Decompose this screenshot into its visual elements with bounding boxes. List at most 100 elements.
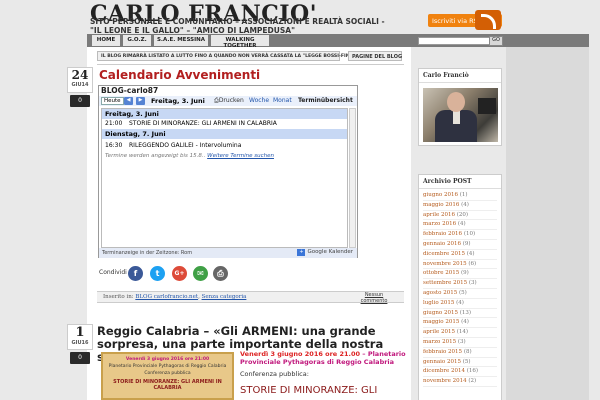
- search-input[interactable]: [418, 37, 498, 45]
- comment-count-badge[interactable]: 0: [70, 95, 90, 107]
- archive-month-link[interactable]: gennaio 2016: [423, 241, 461, 247]
- archive-item[interactable]: maggio 2015 (4): [423, 318, 497, 329]
- nav-item-sae-messina[interactable]: S.A.E. MESSINA: [154, 35, 208, 46]
- calendar-event[interactable]: 21:00 STORIE DI MINORANZE: GLI ARMENI IN …: [102, 119, 347, 129]
- archive-count: (13): [459, 309, 471, 316]
- archive-item[interactable]: ottobre 2015 (9): [423, 269, 497, 280]
- archive-count: (3): [457, 338, 466, 345]
- archive-item[interactable]: febbraio 2015 (8): [423, 348, 497, 358]
- calendar-view-month[interactable]: Monat: [273, 97, 292, 104]
- archive-month-link[interactable]: maggio 2016: [423, 202, 459, 208]
- archive-item[interactable]: novembre 2015 (6): [423, 260, 497, 270]
- email-icon[interactable]: ✉: [193, 266, 208, 281]
- photo-shirt: [453, 110, 460, 124]
- archive-month-link[interactable]: novembre 2015: [423, 261, 467, 267]
- archive-item[interactable]: aprile 2015 (14): [423, 328, 497, 338]
- archive-item[interactable]: marzo 2016 (4): [423, 220, 497, 231]
- poster-date: Venerdì 3 giugno 2016 ore 21:00: [125, 357, 210, 362]
- archive-item[interactable]: dicembre 2015 (4): [423, 250, 497, 260]
- archive-count: (9): [460, 270, 469, 277]
- nav-item-walking-together[interactable]: WALKING TOGETHER: [211, 35, 269, 49]
- category-link[interactable]: Senza categoria: [202, 294, 247, 300]
- plus-icon: +: [297, 249, 306, 256]
- archive-month-link[interactable]: marzo 2015: [423, 339, 456, 345]
- calendar-view-agenda[interactable]: Terminübersicht: [298, 97, 353, 104]
- archive-item[interactable]: giugno 2015 (13): [423, 309, 497, 319]
- category-link[interactable]: BLOG carlofrancio.net: [135, 294, 198, 300]
- calendar-print-label: Drucken: [218, 97, 244, 104]
- archive-month-link[interactable]: settembre 2015: [423, 280, 467, 286]
- subnav-item-pagine-blog[interactable]: PAGINE DEL BLOG: [348, 51, 402, 61]
- event-title: STORIE DI MINORANZE: GLI ARMENI IN CALAB…: [129, 120, 277, 127]
- event-type: Conferenza pubblica:: [240, 370, 309, 378]
- archive-month-link[interactable]: gennaio 2015: [423, 359, 461, 365]
- nav-item-goz[interactable]: G.O.Z.: [123, 35, 151, 46]
- rss-icon[interactable]: [475, 10, 501, 30]
- archive-item[interactable]: luglio 2015 (4): [423, 299, 497, 309]
- archive-month-link[interactable]: febbraio 2016: [423, 231, 462, 237]
- archive-month-link[interactable]: ottobre 2015: [423, 270, 459, 276]
- post-categories: Inserito in: BLOG carlofrancio.net, Senz…: [103, 294, 247, 300]
- search-button[interactable]: GO: [489, 36, 503, 46]
- archive-item[interactable]: settembre 2015 (3): [423, 279, 497, 289]
- calendar-next-icon[interactable]: ▶: [136, 97, 145, 105]
- archive-month-link[interactable]: novembre 2014: [423, 378, 467, 384]
- archive-item[interactable]: gennaio 2015 (5): [423, 358, 497, 368]
- poster-headline: STORIE DI MINORANZE: GLI ARMENI IN CALAB…: [113, 379, 222, 391]
- archive-month-link[interactable]: dicembre 2014: [423, 368, 465, 374]
- calendar-title: BLOG-carlo87: [99, 86, 357, 96]
- author-widget: Carlo Franciò: [418, 68, 502, 146]
- archive-month-link[interactable]: maggio 2015: [423, 319, 459, 325]
- divider: [97, 64, 404, 65]
- calendar-footer: Terminanzeige in der Zeitzone: Rom + Goog…: [99, 248, 357, 258]
- archive-item[interactable]: maggio 2016 (4): [423, 201, 497, 211]
- archive-count: (5): [458, 289, 467, 296]
- archive-item[interactable]: novembre 2014 (2): [423, 377, 497, 387]
- calendar-today-button[interactable]: Heute: [101, 97, 124, 105]
- archive-count: (8): [463, 348, 472, 355]
- comments-link[interactable]: Nessun commento: [359, 292, 389, 304]
- event-details: Venerdì 3 giugno 2016 ore 21.00 – Planet…: [240, 350, 406, 366]
- archive-item[interactable]: marzo 2015 (3): [423, 338, 497, 348]
- archive-item[interactable]: febbraio 2016 (10): [423, 230, 497, 240]
- archive-month-link[interactable]: febbraio 2015: [423, 349, 462, 355]
- calendar-print-button[interactable]: ⎙Drucken: [214, 97, 244, 105]
- comment-count-badge[interactable]: 0: [70, 352, 90, 364]
- calendar-more-link[interactable]: Weitere Termine suchen: [207, 153, 274, 159]
- post-title[interactable]: Calendario Avvenimenti: [99, 68, 260, 82]
- archive-month-link[interactable]: dicembre 2015: [423, 251, 465, 257]
- google-plus-icon[interactable]: G+: [172, 266, 187, 281]
- author-photo[interactable]: [423, 88, 498, 142]
- print-icon[interactable]: ⎙: [213, 266, 228, 281]
- facebook-icon[interactable]: f: [128, 266, 143, 281]
- google-calendar-label: Google Kalender: [307, 249, 353, 255]
- archive-item[interactable]: aprile 2016 (20): [423, 211, 497, 221]
- calendar-prev-icon[interactable]: ◀: [124, 97, 133, 105]
- post-date-day: 24: [71, 68, 89, 82]
- archive-month-link[interactable]: marzo 2016: [423, 221, 456, 227]
- archive-month-link[interactable]: giugno 2015: [423, 310, 458, 316]
- calendar-view-week[interactable]: Woche: [249, 97, 269, 104]
- subnav-item-legge-bossi-fini[interactable]: IL BLOG RIMARRÀ LISTATO A LUTTO FINO A Q…: [97, 51, 354, 61]
- nav-item-home[interactable]: HOME: [92, 35, 120, 46]
- archive-count: (3): [468, 280, 477, 287]
- archive-month-link[interactable]: aprile 2015: [423, 329, 455, 335]
- archive-item[interactable]: agosto 2015 (5): [423, 289, 497, 299]
- event-poster-image[interactable]: Venerdì 3 giugno 2016 ore 21:00 Planetar…: [101, 352, 234, 400]
- archive-item[interactable]: gennaio 2016 (9): [423, 240, 497, 250]
- archive-item[interactable]: giugno 2016 (1): [423, 191, 497, 201]
- google-calendar-button[interactable]: + Google Kalender: [297, 249, 353, 256]
- archive-widget: Archivio POST giugno 2016 (1) maggio 2016…: [418, 174, 502, 400]
- archive-month-link[interactable]: luglio 2015: [423, 300, 454, 306]
- archive-month-link[interactable]: giugno 2016: [423, 192, 458, 198]
- calendar-scrollbar[interactable]: [349, 108, 356, 248]
- twitter-icon[interactable]: t: [150, 266, 165, 281]
- archive-count: (1): [459, 192, 468, 198]
- archive-item[interactable]: dicembre 2014 (16): [423, 367, 497, 378]
- calendar-note: Termine werden angezeigt bis 15.8.. Weit…: [102, 151, 347, 161]
- archive-month-link[interactable]: agosto 2015: [423, 290, 457, 296]
- calendar-current-date[interactable]: Freitag, 3. Juni: [151, 97, 205, 105]
- calendar-event[interactable]: 16:30 RILEGGENDO GALILEI - Intervolumina: [102, 141, 347, 151]
- post-date-box: 24 GIU14: [67, 67, 93, 93]
- archive-month-link[interactable]: aprile 2016: [423, 212, 455, 218]
